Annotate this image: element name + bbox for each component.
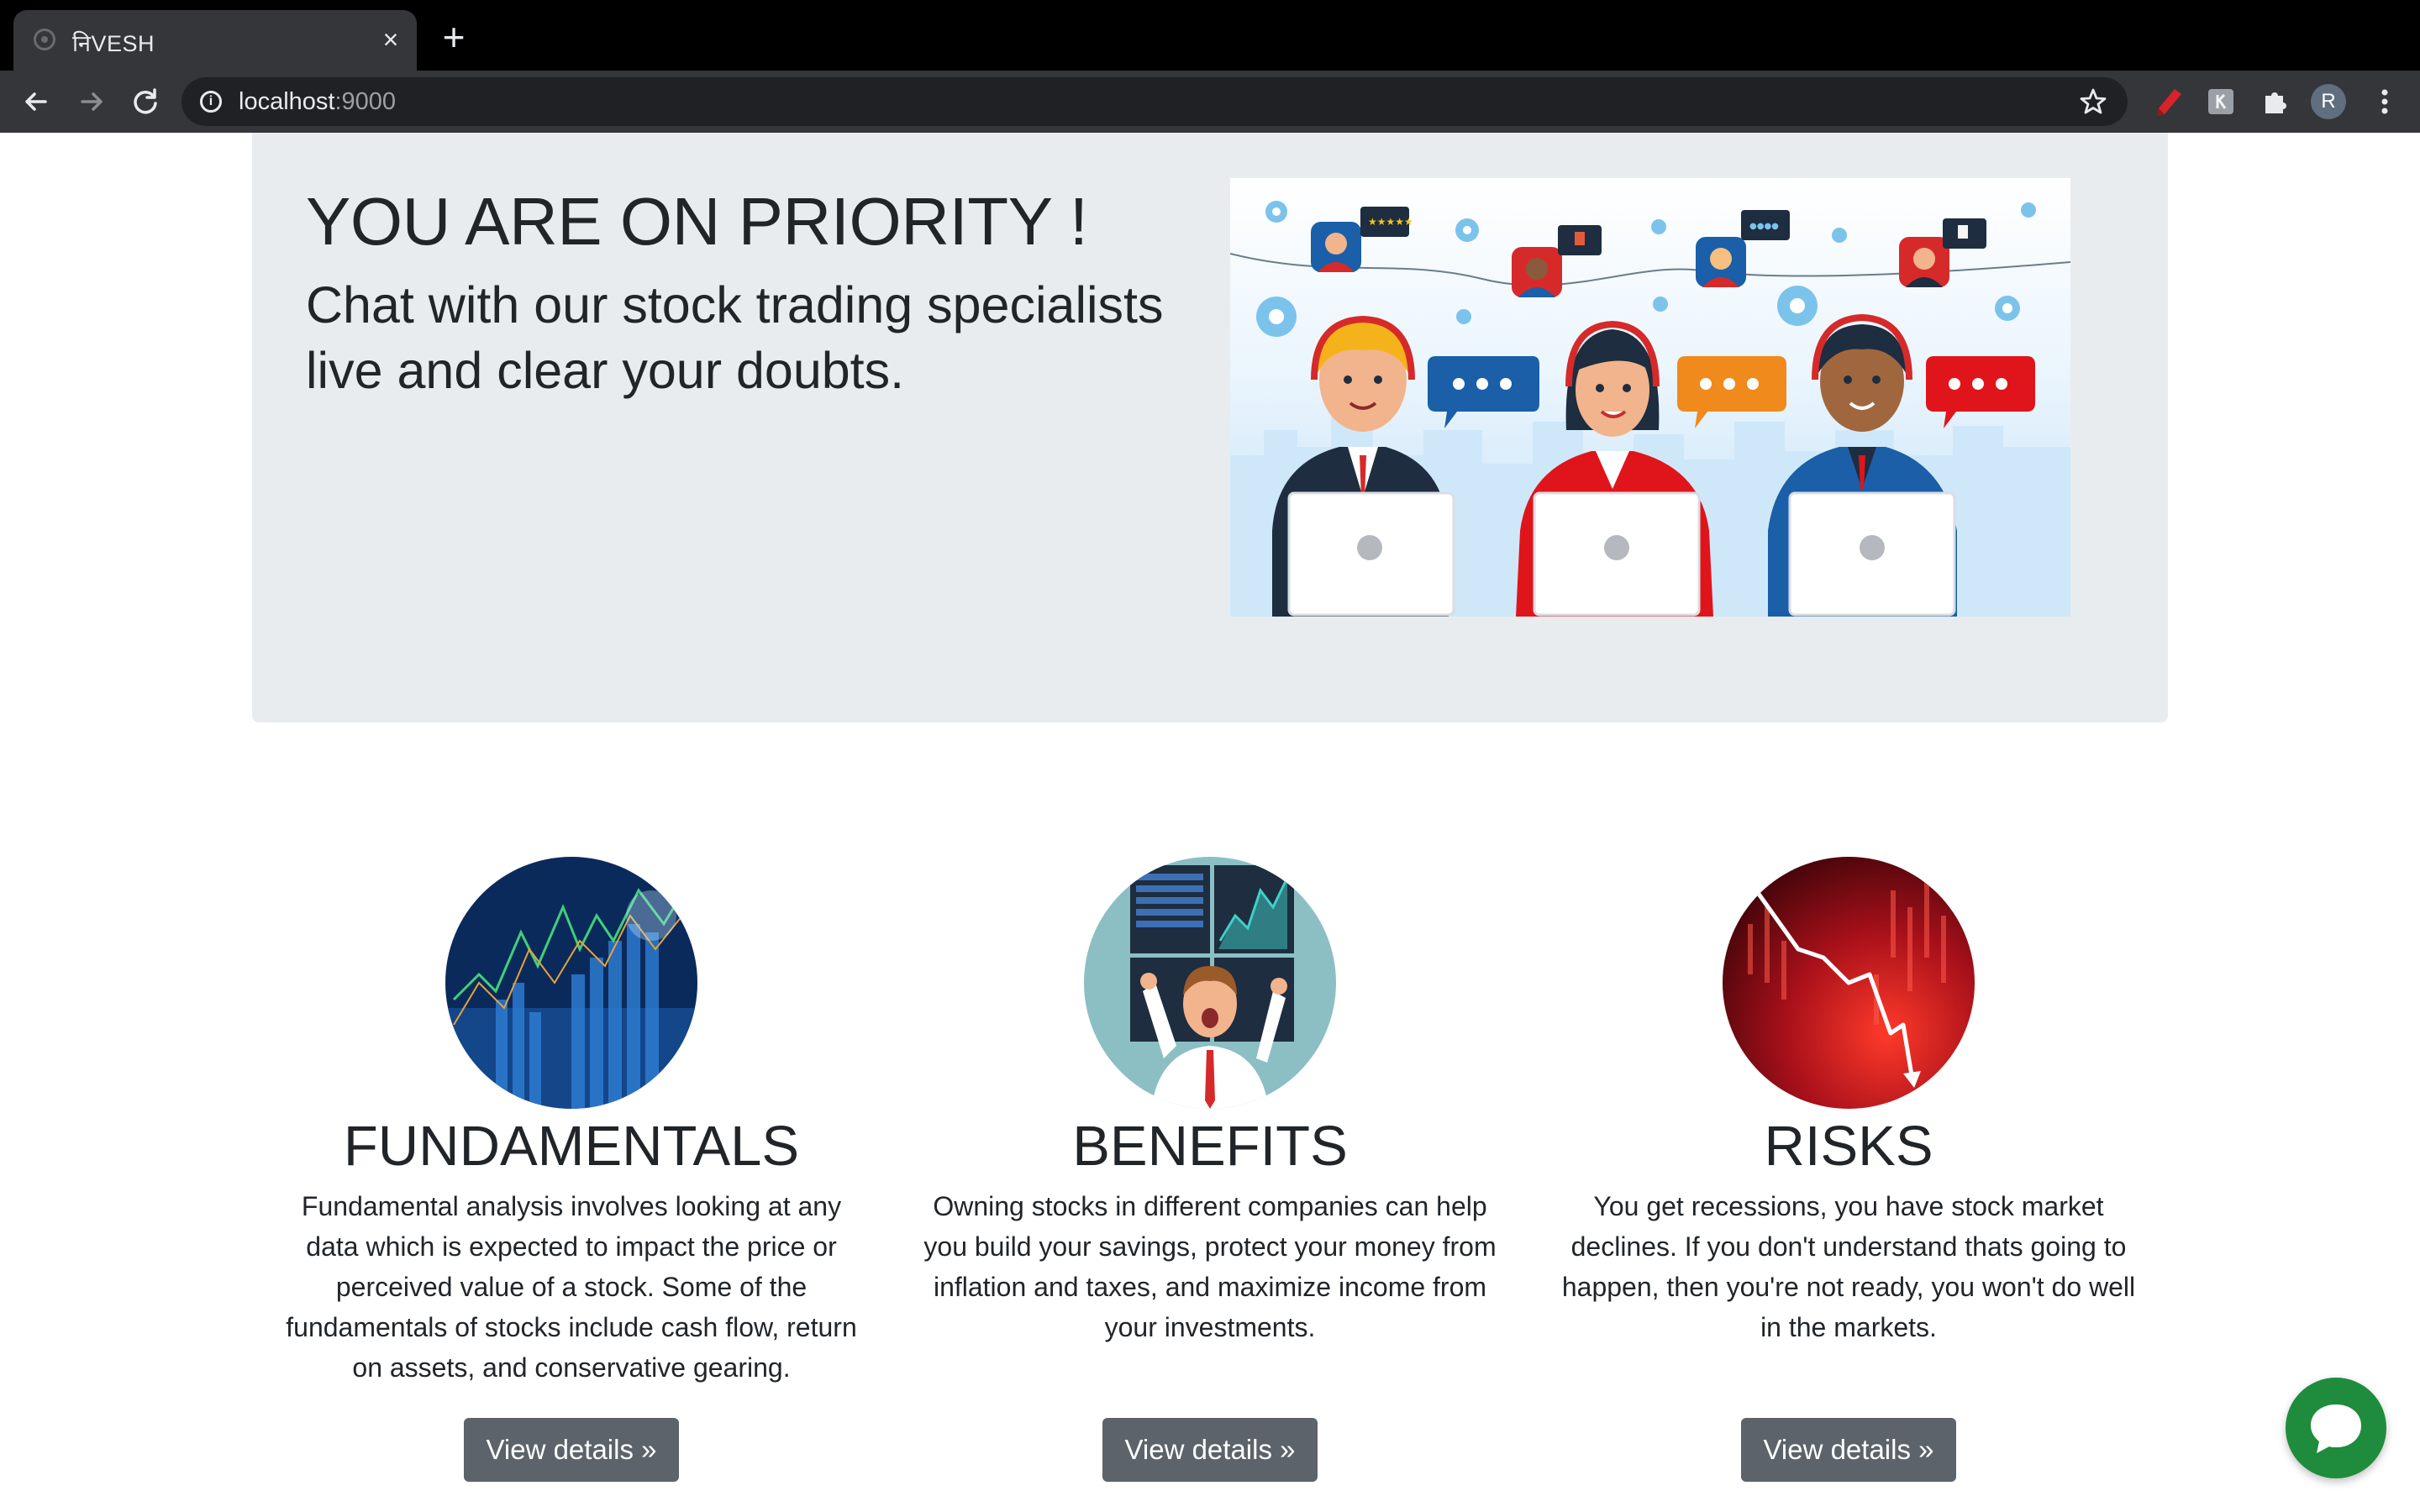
feature-text: Owning stocks in different companies can…: [923, 1191, 1497, 1342]
chat-launcher-button[interactable]: [2286, 1378, 2386, 1478]
feature-benefits: BENEFITS Owning stocks in different comp…: [891, 857, 1529, 1512]
svg-text:●●●●: ●●●●: [1749, 222, 1779, 231]
address-bar[interactable]: i localhost:9000: [182, 77, 2128, 126]
svg-text:★★★★★: ★★★★★: [1368, 216, 1413, 228]
back-arrow-icon[interactable]: [17, 82, 55, 121]
puzzle-icon[interactable]: [2255, 82, 2294, 121]
favicon-icon: [34, 29, 55, 50]
feature-heading: BENEFITS: [1072, 1115, 1348, 1178]
feature-heading: FUNDAMENTALS: [343, 1115, 800, 1178]
tab-title: निVESH: [72, 31, 155, 56]
benefits-trader-image: [1084, 857, 1336, 1109]
view-details-button-fundamentals[interactable]: View details »: [464, 1418, 679, 1482]
close-tab-icon[interactable]: ×: [373, 22, 408, 57]
url-text[interactable]: localhost:9000: [239, 88, 396, 116]
new-tab-button[interactable]: +: [435, 18, 472, 57]
browser-toolbar: i localhost:9000 R: [0, 71, 2420, 133]
risks-decline-image: [1723, 857, 1975, 1109]
forward-arrow-icon[interactable]: [72, 82, 111, 121]
star-icon[interactable]: [2077, 86, 2109, 118]
profile-avatar[interactable]: R: [2311, 84, 2346, 119]
chat-bubble-icon: [2311, 1404, 2361, 1453]
reload-icon[interactable]: [126, 82, 165, 121]
view-details-button-benefits[interactable]: View details »: [1102, 1418, 1318, 1482]
view-details-button-risks[interactable]: View details »: [1741, 1418, 1956, 1482]
more-vert-icon[interactable]: [2368, 82, 2402, 121]
pen-extension-icon[interactable]: [2149, 82, 2188, 121]
hero-jumbotron: YOU ARE ON PRIORITY ! Chat with our stoc…: [252, 133, 2168, 722]
extension-icon[interactable]: [2202, 82, 2240, 121]
feature-risks: RISKS You get recessions, you have stock…: [1529, 857, 2168, 1512]
tab-strip: निVESH × +: [0, 0, 2420, 71]
info-icon[interactable]: i: [200, 91, 222, 113]
features-row: FUNDAMENTALS Fundamental analysis involv…: [252, 857, 2168, 1512]
feature-text: Fundamental analysis involves looking at…: [286, 1191, 857, 1383]
page-content: YOU ARE ON PRIORITY ! Chat with our stoc…: [0, 133, 2420, 1512]
browser-tab[interactable]: निVESH ×: [13, 10, 417, 71]
feature-text: You get recessions, you have stock marke…: [1561, 1191, 2136, 1342]
feature-heading: RISKS: [1764, 1115, 1933, 1178]
feature-fundamentals: FUNDAMENTALS Fundamental analysis involv…: [252, 857, 891, 1512]
hero-subtitle: Chat with our stock trading specialists …: [306, 276, 1164, 399]
hero-title: YOU ARE ON PRIORITY !: [306, 184, 1088, 259]
support-agents-illustration: ★★★★★ ●●●●: [1230, 178, 2070, 617]
fundamentals-chart-image: [445, 857, 697, 1109]
